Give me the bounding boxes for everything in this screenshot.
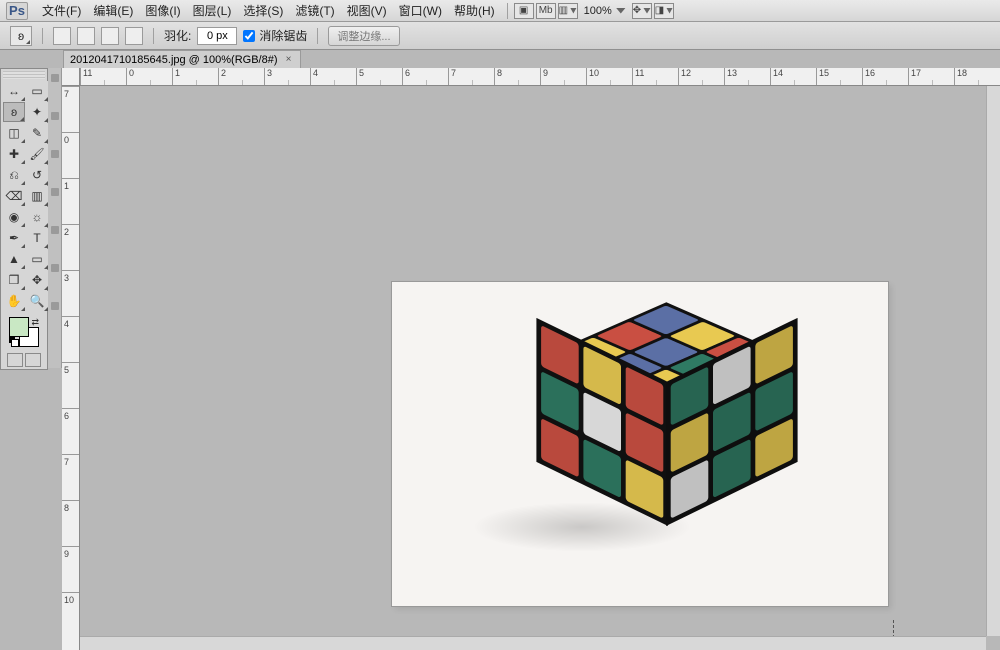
pen-tool-icon[interactable]: ✒ (3, 228, 25, 248)
shape-tool-icon[interactable]: ▭ (26, 249, 48, 269)
main-area: 2012041710185645.jpg @ 100%(RGB/8#) × ↔▭… (0, 50, 1000, 650)
select-new-icon[interactable] (53, 27, 71, 45)
lasso-tool-icon: ʚ (18, 29, 24, 43)
screen-mode-icon[interactable]: ▣ (514, 3, 534, 19)
menu-item[interactable]: 编辑(E) (87, 0, 139, 21)
hand-icon[interactable]: ✥ (632, 3, 652, 19)
palette-grip[interactable] (3, 71, 45, 79)
crop-tool-icon[interactable]: ◫ (3, 123, 25, 143)
antialias-checkbox[interactable]: 消除锯齿 (243, 27, 307, 44)
standard-mode-icon[interactable] (7, 353, 23, 367)
menu-item[interactable]: 图像(I) (139, 0, 186, 21)
3d-camera-icon[interactable]: ✥ (26, 270, 48, 290)
menu-item[interactable]: 选择(S) (237, 0, 289, 21)
collapsed-dock[interactable] (48, 68, 62, 368)
menu-item[interactable]: 窗口(W) (393, 0, 448, 21)
menu-item[interactable]: 帮助(H) (448, 0, 501, 21)
close-icon[interactable]: × (284, 55, 294, 65)
ruler-origin[interactable] (62, 68, 80, 86)
type-tool-icon[interactable]: T (26, 228, 48, 248)
antialias-label: 消除锯齿 (259, 27, 307, 44)
select-subtract-icon[interactable] (101, 27, 119, 45)
foreground-swatch[interactable] (9, 317, 29, 337)
swap-colors-icon[interactable]: ⇄ (31, 317, 39, 328)
antialias-check-input[interactable] (243, 30, 255, 42)
healing-tool-icon[interactable]: ✚ (3, 144, 25, 164)
scrollbar-horizontal[interactable] (80, 636, 986, 650)
scrollbar-vertical[interactable] (986, 86, 1000, 636)
app-root: Ps 文件(F)编辑(E)图像(I)图层(L)选择(S)滤镜(T)视图(V)窗口… (0, 0, 1000, 650)
gradient-tool-icon[interactable]: ▥ (26, 186, 48, 206)
menu-bar: Ps 文件(F)编辑(E)图像(I)图层(L)选择(S)滤镜(T)视图(V)窗口… (0, 0, 1000, 22)
eyedropper-tool-icon[interactable]: ✎ (26, 123, 48, 143)
document-title: 2012041710185645.jpg @ 100%(RGB/8#) (70, 54, 278, 66)
arrange-icon[interactable]: ▥ (558, 3, 578, 19)
zoom-tool-icon[interactable]: 🔍 (26, 291, 48, 311)
app-logo-icon: Ps (6, 2, 28, 20)
wand-tool-icon[interactable]: ✦ (26, 102, 48, 122)
ruler-vertical[interactable]: 7012345678910 (62, 86, 80, 650)
menu-item[interactable]: 滤镜(T) (289, 0, 340, 21)
swatch-section: ⇄ (3, 317, 45, 367)
tool-palette: ↔▭ʚ✦◫✎✚🖌⎌↺⌫▥◉☼✒T▲▭❒✥✋🔍 ⇄ (0, 68, 48, 370)
feather-input[interactable] (197, 27, 237, 45)
document-image[interactable] (392, 282, 888, 606)
viewport[interactable] (80, 86, 1000, 650)
dodge-tool-icon[interactable]: ☼ (26, 207, 48, 227)
hand-tool-icon[interactable]: ✋ (3, 291, 25, 311)
path-select-icon[interactable]: ▲ (3, 249, 25, 269)
feather-label: 羽化: (164, 27, 191, 44)
menu-separator (507, 3, 508, 19)
menu-item[interactable]: 视图(V) (341, 0, 393, 21)
3d-tool-icon[interactable]: ❒ (3, 270, 25, 290)
select-add-icon[interactable] (77, 27, 95, 45)
select-intersect-icon[interactable] (125, 27, 143, 45)
quickmask-mode-icon[interactable] (25, 353, 41, 367)
bridge-icon[interactable]: Mb (536, 3, 556, 19)
blur-tool-icon[interactable]: ◉ (3, 207, 25, 227)
rubiks-cube (532, 304, 772, 564)
brush-tool-icon[interactable]: 🖌 (26, 144, 48, 164)
active-tool-badge[interactable]: ʚ (10, 26, 32, 46)
stamp-tool-icon[interactable]: ⎌ (3, 165, 25, 185)
document-tab[interactable]: 2012041710185645.jpg @ 100%(RGB/8#) × (63, 50, 301, 68)
document-tab-bar: 2012041710185645.jpg @ 100%(RGB/8#) × (60, 50, 800, 68)
eraser-tool-icon[interactable]: ⌫ (3, 186, 25, 206)
menu-item[interactable]: 图层(L) (187, 0, 238, 21)
rotate-icon[interactable]: ◨ (654, 3, 674, 19)
default-colors-icon[interactable] (9, 337, 19, 347)
canvas-region: 1101234567891011121314151617181920 70123… (62, 68, 1000, 650)
ruler-horizontal[interactable]: 1101234567891011121314151617181920 (80, 68, 1000, 86)
lasso-tool-icon[interactable]: ʚ (3, 102, 25, 122)
options-bar: ʚ 羽化: 消除锯齿 调整边缘... (0, 22, 1000, 50)
zoom-readout[interactable]: 100% (580, 5, 630, 17)
marquee-tool-icon[interactable]: ▭ (26, 81, 48, 101)
menu-item[interactable]: 文件(F) (36, 0, 87, 21)
refine-edge-button[interactable]: 调整边缘... (328, 26, 399, 46)
history-brush-icon[interactable]: ↺ (26, 165, 48, 185)
move-tool-icon[interactable]: ↔ (3, 81, 25, 101)
